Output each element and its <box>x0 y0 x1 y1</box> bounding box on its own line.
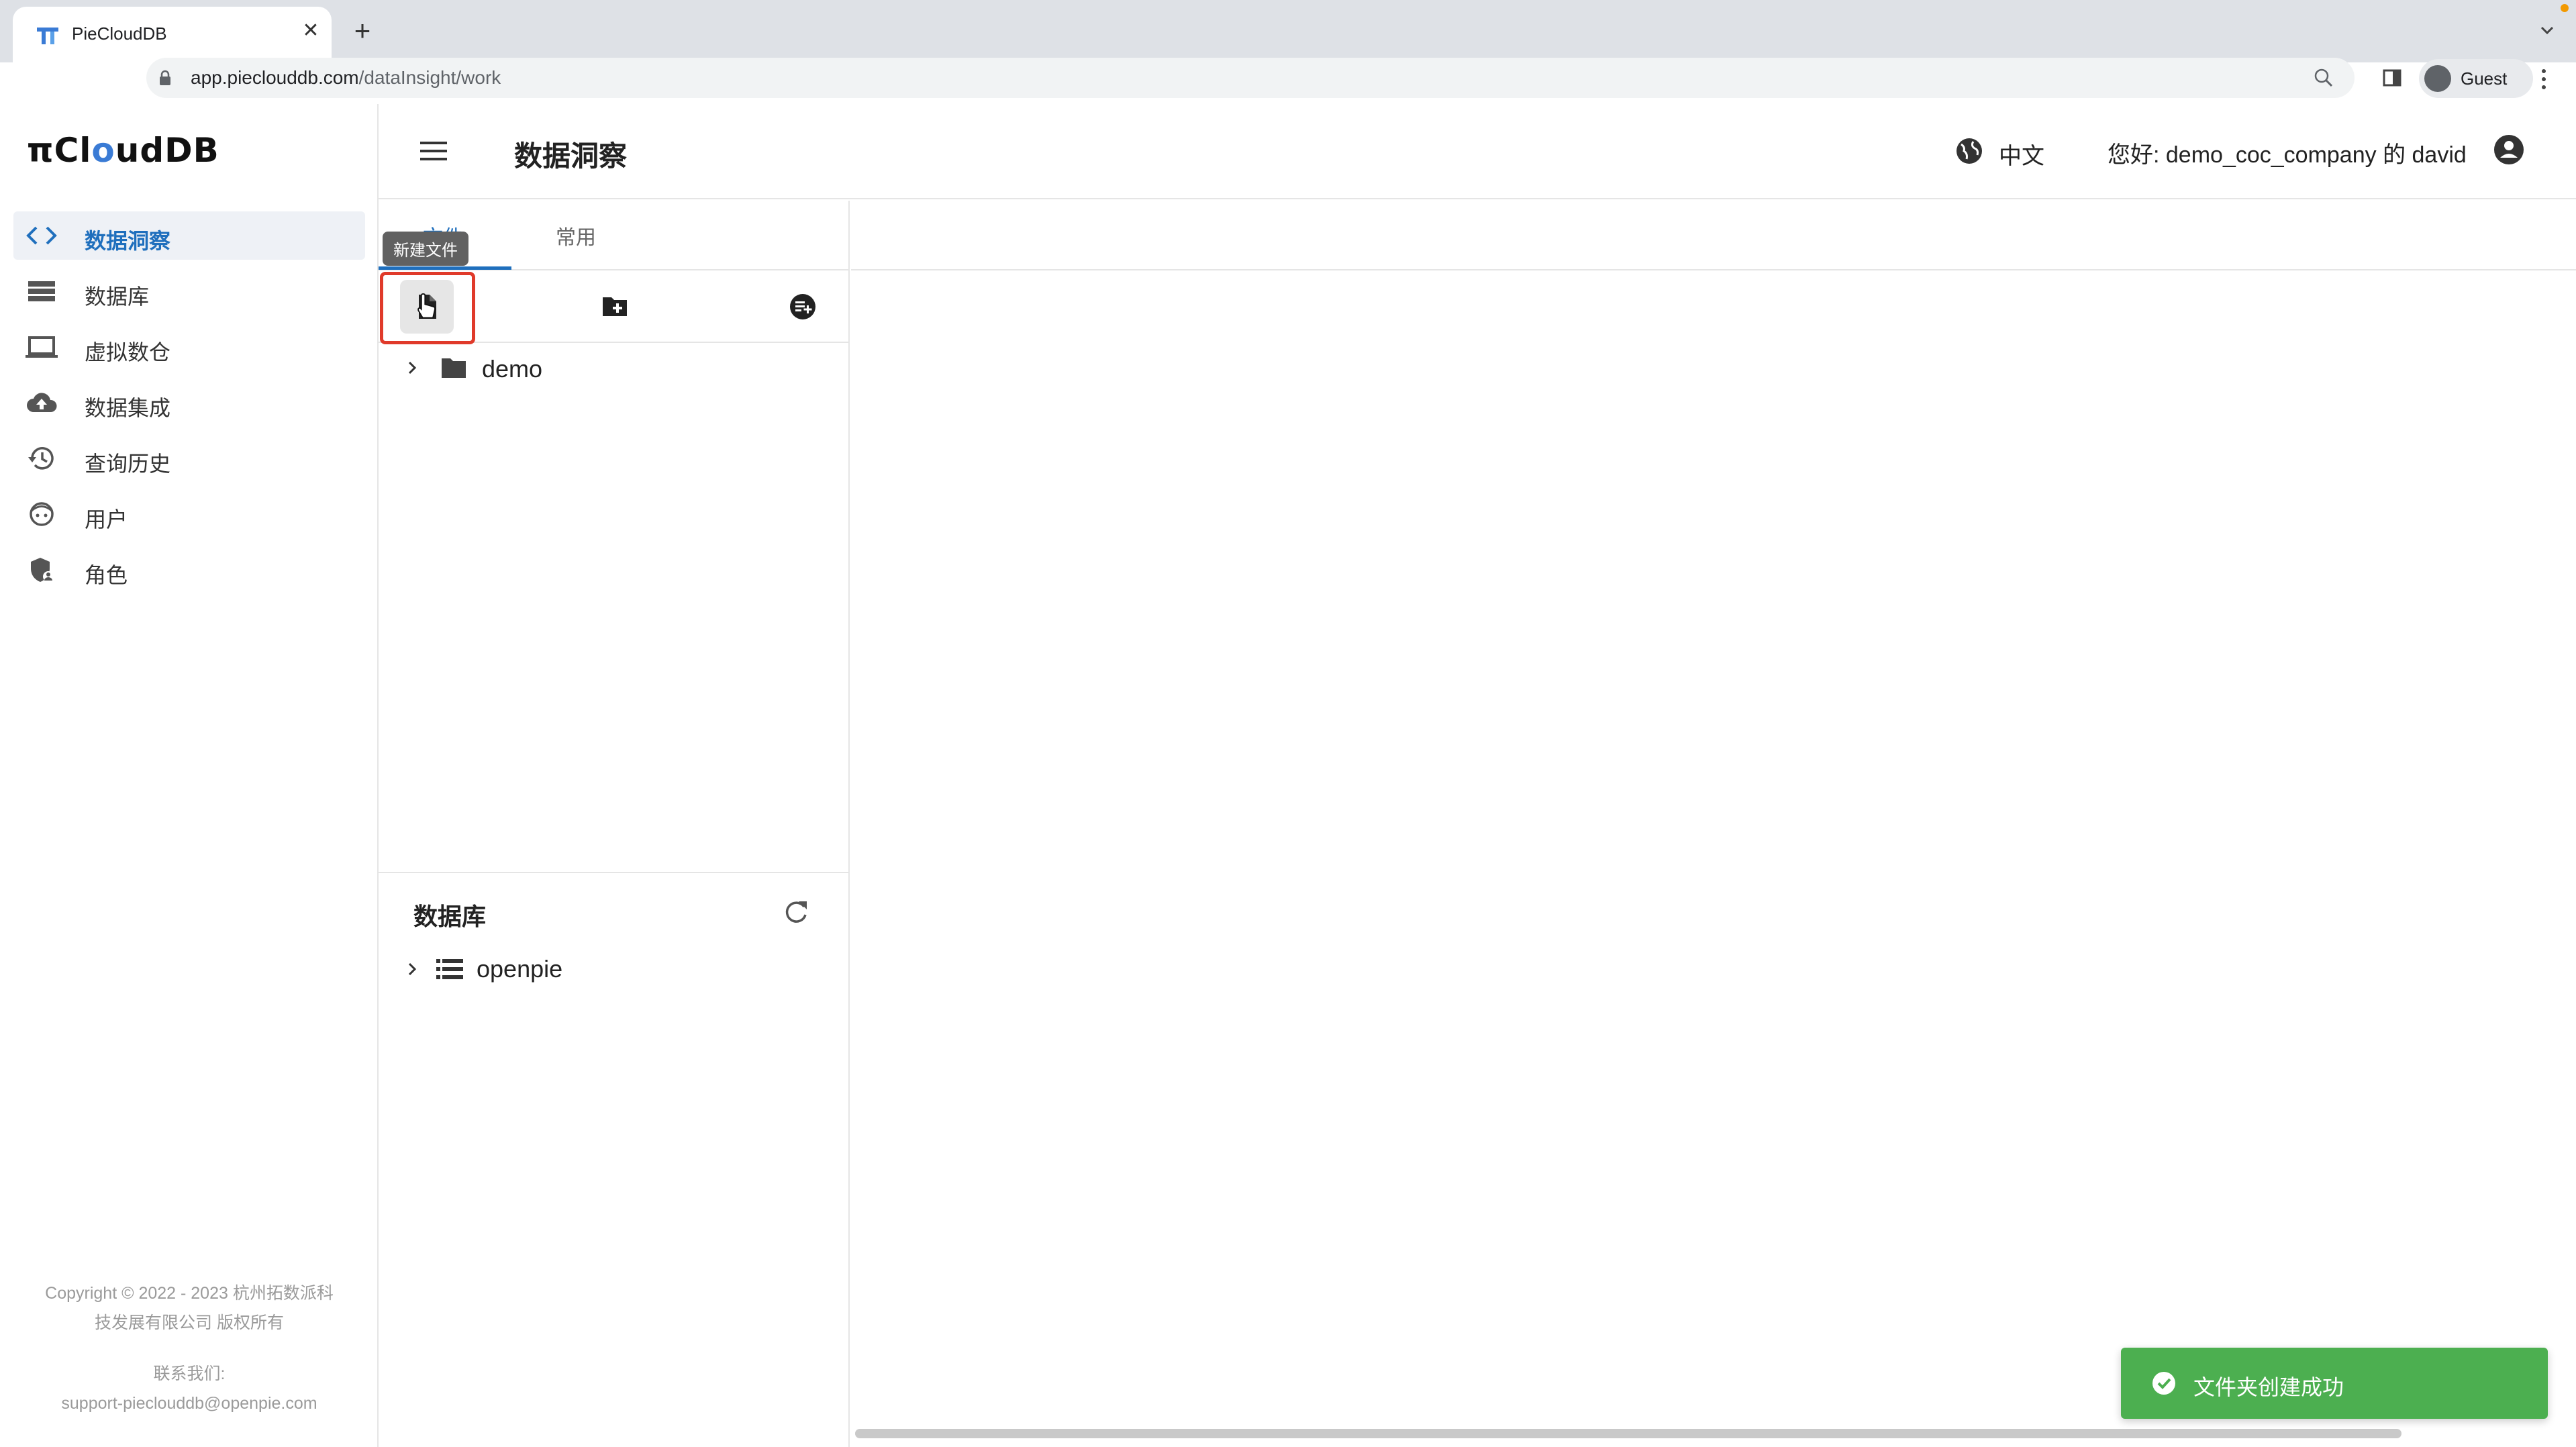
browser-tab-title: PieCloudDB <box>72 23 167 44</box>
guest-avatar-icon <box>2424 65 2451 92</box>
sidebar-item-users[interactable]: 用户 <box>13 490 365 538</box>
sidebar-item-label: 数据集成 <box>85 396 171 420</box>
browser-tab-strip: PieCloudDB ✕ + <box>0 0 2576 62</box>
update-dot-icon <box>2561 4 2569 12</box>
user-greeting: 您好: demo_coc_company 的 david <box>2108 142 2467 168</box>
menu-icon[interactable] <box>419 139 448 163</box>
chevron-right-icon[interactable] <box>405 359 419 377</box>
tab-search-chevron-icon[interactable] <box>2537 20 2557 40</box>
sidebar-nav: 数据洞察 数据库 虚拟数仓 数据集成 查询历史 用户 角色 <box>13 211 365 601</box>
code-icon <box>26 226 57 245</box>
sidebar-item-database[interactable]: 数据库 <box>13 267 365 315</box>
new-file-tooltip: 新建文件 <box>383 232 468 266</box>
browser-tab[interactable]: PieCloudDB ✕ <box>13 7 332 62</box>
profile-label: Guest <box>2461 68 2508 89</box>
file-panel-tabs: 文件 常用 新建文件 <box>379 201 850 270</box>
database-item[interactable]: openpie <box>379 948 850 990</box>
contact-text: 联系我们: support-pieclouddb@openpie.com <box>13 1359 365 1418</box>
new-file-button[interactable] <box>400 280 454 334</box>
success-toast: 文件夹创建成功 <box>2121 1348 2548 1419</box>
address-bar[interactable]: app.pieclouddb.com/dataInsight/work <box>146 58 2355 98</box>
database-icon <box>436 959 463 979</box>
cloud-upload-icon <box>27 393 57 412</box>
chevron-right-icon[interactable] <box>405 960 419 978</box>
new-query-icon <box>790 294 815 319</box>
sidebar-item-label: 用户 <box>85 507 128 532</box>
sidebar-item-label: 查询历史 <box>85 452 171 476</box>
app-root: πCloudDB 数据洞察 数据库 虚拟数仓 数据集成 查询历史 用户 角色 C… <box>0 104 2576 1447</box>
file-panel: 文件 常用 新建文件 <box>379 201 850 1447</box>
laptop-icon <box>26 336 58 358</box>
page-title: 数据洞察 <box>514 140 628 172</box>
editor-area <box>851 201 2576 1447</box>
sidebar-item-virtual-warehouse[interactable]: 虚拟数仓 <box>13 323 365 371</box>
sidebar-item-query-history[interactable]: 查询历史 <box>13 434 365 483</box>
close-tab-icon[interactable]: ✕ <box>299 19 323 43</box>
sidebar-item-data-integration[interactable]: 数据集成 <box>13 379 365 427</box>
pointer-cursor-icon <box>417 293 436 319</box>
history-icon <box>28 447 54 470</box>
folder-icon <box>442 358 466 378</box>
sidebar-item-data-insight[interactable]: 数据洞察 <box>13 211 365 260</box>
app-header: 数据洞察 中文 您好: demo_coc_company 的 david <box>379 104 2576 199</box>
refresh-icon[interactable] <box>781 897 811 927</box>
sidebar: πCloudDB 数据洞察 数据库 虚拟数仓 数据集成 查询历史 用户 角色 C… <box>0 104 379 1447</box>
tree-item[interactable]: demo <box>379 348 850 390</box>
horizontal-scrollbar[interactable] <box>855 1429 2401 1438</box>
file-tree: demo <box>379 348 850 390</box>
new-folder-icon <box>603 297 627 316</box>
contact-label: 联系我们: <box>153 1364 226 1383</box>
database-item-label: openpie <box>477 955 563 983</box>
database-panel-title: 数据库 <box>413 903 487 930</box>
sidebar-item-roles[interactable]: 角色 <box>13 546 365 594</box>
active-tab-indicator <box>379 266 511 270</box>
copyright-line: 技发展有限公司 版权所有 <box>95 1313 284 1332</box>
database-list-icon <box>28 281 55 301</box>
url-text: app.pieclouddb.com/dataInsight/work <box>191 67 501 88</box>
face-icon <box>30 502 54 526</box>
zoom-icon[interactable] <box>2313 67 2334 89</box>
sidebar-item-label: 数据洞察 <box>85 229 171 253</box>
contact-email[interactable]: support-pieclouddb@openpie.com <box>13 1389 365 1418</box>
account-circle-icon[interactable] <box>2493 134 2525 166</box>
tab-favorites[interactable]: 常用 <box>556 221 596 250</box>
sidebar-item-label: 角色 <box>85 563 128 587</box>
editor-tab-bar <box>851 201 2576 270</box>
copyright-line: Copyright © 2022 - 2023 杭州拓数派科 <box>45 1284 334 1303</box>
database-panel: 数据库 openpie <box>379 872 850 1447</box>
sidebar-item-label: 数据库 <box>85 285 150 309</box>
profile-button[interactable]: Guest <box>2419 59 2533 98</box>
new-query-button[interactable] <box>776 280 830 334</box>
side-panel-icon[interactable] <box>2381 67 2403 89</box>
globe-icon <box>1956 138 1982 164</box>
check-circle-icon <box>2152 1372 2175 1395</box>
shield-user-icon <box>31 558 54 582</box>
tree-item-label: demo <box>482 355 543 383</box>
new-folder-button[interactable] <box>588 280 642 334</box>
sidebar-item-label: 虚拟数仓 <box>85 340 171 364</box>
new-tab-icon[interactable]: + <box>349 17 376 45</box>
pieclouddb-logo[interactable]: πCloudDB <box>27 131 219 178</box>
language-label: 中文 <box>1999 144 2044 169</box>
pieclouddb-favicon-icon <box>37 28 58 44</box>
file-actions-bar <box>379 272 850 344</box>
lock-icon[interactable] <box>158 70 172 86</box>
more-menu-icon[interactable] <box>2540 67 2548 91</box>
copyright-text: Copyright © 2022 - 2023 杭州拓数派科 技发展有限公司 版… <box>13 1279 365 1338</box>
toast-message: 文件夹创建成功 <box>2193 1375 2344 1399</box>
